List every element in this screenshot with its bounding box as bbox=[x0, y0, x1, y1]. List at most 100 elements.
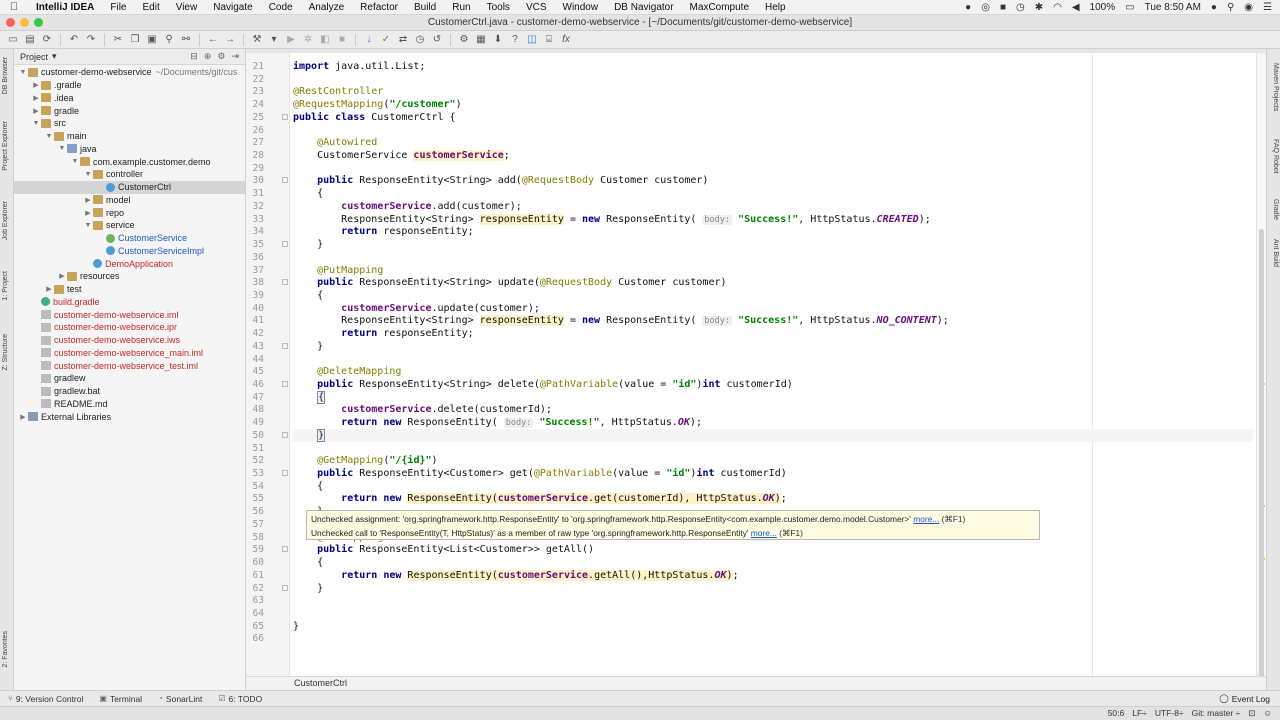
line-number[interactable]: 23 bbox=[246, 86, 264, 97]
chevron-down-icon[interactable]: ▼ bbox=[57, 145, 67, 152]
encoding-widget[interactable]: UTF-8÷ bbox=[1155, 707, 1184, 720]
tree-item[interactable]: CustomerCtrl bbox=[14, 180, 245, 194]
tree-item[interactable]: ▶ repo bbox=[14, 206, 245, 219]
app-menu[interactable]: IntelliJ IDEA bbox=[28, 2, 102, 13]
user-icon[interactable]: ● bbox=[1211, 2, 1217, 13]
line-number[interactable]: 54 bbox=[246, 481, 264, 492]
line-number[interactable]: 36 bbox=[246, 252, 264, 263]
side-tab-gradle[interactable]: Gradle bbox=[1269, 199, 1279, 220]
code-line[interactable]: public ResponseEntity<String> delete(@Pa… bbox=[293, 378, 793, 391]
code-line[interactable]: customerService.add(customer); bbox=[293, 200, 522, 213]
line-number[interactable]: 37 bbox=[246, 265, 264, 276]
code-line[interactable]: return new ResponseEntity(customerServic… bbox=[293, 569, 739, 582]
tree-item[interactable]: ▼ java bbox=[14, 143, 245, 156]
bluetooth-icon[interactable]: ✱ bbox=[1035, 2, 1043, 13]
line-separator-widget[interactable]: LF÷ bbox=[1132, 707, 1147, 720]
chevron-down-icon[interactable]: ▾ bbox=[52, 51, 57, 62]
tooltip-more-link-1[interactable]: more... bbox=[913, 514, 939, 524]
paste-icon[interactable]: ▣ bbox=[145, 33, 159, 47]
tree-item[interactable]: ▼ com.example.customer.demo bbox=[14, 155, 245, 168]
line-number[interactable]: 49 bbox=[246, 417, 264, 428]
line-number[interactable]: 53 bbox=[246, 468, 264, 479]
synchronize-icon[interactable]: ⟳ bbox=[40, 33, 54, 47]
side-tab-project-explorer[interactable]: Project Explorer bbox=[2, 121, 12, 171]
code-line[interactable]: return new ResponseEntity(customerServic… bbox=[293, 492, 787, 505]
line-number[interactable]: 34 bbox=[246, 226, 264, 237]
zoom-window-icon[interactable] bbox=[34, 18, 43, 27]
fold-marker-icon[interactable] bbox=[282, 177, 288, 184]
siri-icon[interactable]: ◉ bbox=[1244, 2, 1253, 13]
editor-scrollbar[interactable] bbox=[1259, 229, 1264, 699]
code-line[interactable]: public class CustomerCtrl { bbox=[293, 111, 456, 124]
tree-item[interactable]: ▼ controller bbox=[14, 168, 245, 181]
git-branch-widget[interactable]: Git: master ÷ bbox=[1192, 707, 1241, 720]
code-line[interactable]: customerService.update(customer); bbox=[293, 302, 540, 315]
minimize-window-icon[interactable] bbox=[20, 18, 29, 27]
sdk-icon[interactable]: ⬇ bbox=[491, 33, 505, 47]
vcs-commit-icon[interactable]: ✓ bbox=[379, 33, 393, 47]
menu-db-navigator[interactable]: DB Navigator bbox=[606, 2, 681, 13]
fold-marker-icon[interactable] bbox=[282, 431, 288, 438]
vcs-revert-icon[interactable]: ↺ bbox=[430, 33, 444, 47]
tree-item[interactable]: DemoApplication bbox=[14, 257, 245, 270]
tab-todo[interactable]: ☑ 6: TODO bbox=[210, 694, 270, 704]
battery-icon[interactable]: ▭ bbox=[1125, 2, 1134, 13]
chevron-down-icon[interactable]: ▼ bbox=[70, 158, 80, 165]
code-line[interactable]: } bbox=[293, 340, 323, 353]
function-icon[interactable]: fx bbox=[559, 33, 573, 47]
code-line[interactable]: CustomerService customerService; bbox=[293, 149, 510, 162]
menu-help[interactable]: Help bbox=[757, 2, 794, 13]
code-line[interactable]: @RequestMapping("/customer") bbox=[293, 98, 462, 111]
code-line[interactable]: return new ResponseEntity( body: "Succes… bbox=[293, 416, 702, 429]
fold-marker-icon[interactable] bbox=[282, 279, 288, 286]
menu-edit[interactable]: Edit bbox=[134, 2, 167, 13]
code-line[interactable]: } bbox=[293, 620, 299, 633]
chevron-right-icon[interactable]: ▶ bbox=[57, 272, 67, 280]
apple-icon[interactable]:  bbox=[0, 1, 28, 13]
menu-refactor[interactable]: Refactor bbox=[352, 2, 406, 13]
code-line[interactable]: public ResponseEntity<String> update(@Re… bbox=[293, 276, 726, 289]
menu-build[interactable]: Build bbox=[406, 2, 444, 13]
line-number[interactable]: 32 bbox=[246, 201, 264, 212]
chevron-down-icon[interactable]: ▼ bbox=[31, 120, 41, 127]
redo-icon[interactable]: ↷ bbox=[84, 33, 98, 47]
wifi-icon[interactable]: ◠ bbox=[1053, 2, 1062, 13]
line-number[interactable]: 52 bbox=[246, 455, 264, 466]
code-line[interactable]: { bbox=[293, 187, 323, 200]
tree-item[interactable]: ▶ test bbox=[14, 283, 245, 296]
chevron-down-icon[interactable]: ▼ bbox=[83, 222, 93, 229]
code-line[interactable]: } bbox=[293, 238, 323, 251]
app-tray-icon[interactable]: ■ bbox=[1000, 2, 1006, 13]
code-line[interactable]: { bbox=[293, 556, 323, 569]
line-number[interactable]: 29 bbox=[246, 163, 264, 174]
line-number[interactable]: 51 bbox=[246, 443, 264, 454]
chevron-right-icon[interactable]: ▶ bbox=[31, 81, 41, 89]
tab-terminal[interactable]: ▣ Terminal bbox=[91, 694, 150, 704]
line-number[interactable]: 39 bbox=[246, 290, 264, 301]
tree-item[interactable]: ▼ main bbox=[14, 130, 245, 143]
find-icon[interactable]: ⚲ bbox=[162, 33, 176, 47]
line-number[interactable]: 45 bbox=[246, 366, 264, 377]
event-log-button[interactable]: ◯ Event Log bbox=[1219, 693, 1280, 704]
chevron-right-icon[interactable]: ▶ bbox=[83, 209, 93, 217]
side-tab-2-favorites[interactable]: 2: Favorites bbox=[2, 631, 12, 668]
line-number[interactable]: 33 bbox=[246, 214, 264, 225]
menu-maxcompute[interactable]: MaxCompute bbox=[682, 2, 757, 13]
side-tab-faq-robot[interactable]: FAQ Robot bbox=[1269, 139, 1279, 174]
fold-marker-icon[interactable] bbox=[282, 241, 288, 248]
side-tab-maven-projects[interactable]: Maven Projects bbox=[1269, 63, 1279, 111]
tree-item[interactable]: customer-demo-webservice.iml bbox=[14, 308, 245, 321]
line-number[interactable]: 30 bbox=[246, 175, 264, 186]
undo-icon[interactable]: ↶ bbox=[67, 33, 81, 47]
database-icon[interactable]: ⌸ bbox=[542, 33, 556, 47]
fold-marker-icon[interactable] bbox=[282, 470, 288, 477]
line-number[interactable]: 22 bbox=[246, 74, 264, 85]
run-icon[interactable]: ▶ bbox=[284, 33, 298, 47]
menu-code[interactable]: Code bbox=[261, 2, 301, 13]
code-area[interactable]: import java.util.List; @RestController @Re… bbox=[293, 53, 1253, 676]
chevron-down-icon[interactable]: ▼ bbox=[44, 133, 54, 140]
line-number[interactable]: 42 bbox=[246, 328, 264, 339]
chevron-down-icon[interactable]: ▼ bbox=[18, 69, 28, 76]
chevron-right-icon[interactable]: ▶ bbox=[31, 107, 41, 115]
tree-item[interactable]: ▶ External Libraries bbox=[14, 410, 245, 423]
